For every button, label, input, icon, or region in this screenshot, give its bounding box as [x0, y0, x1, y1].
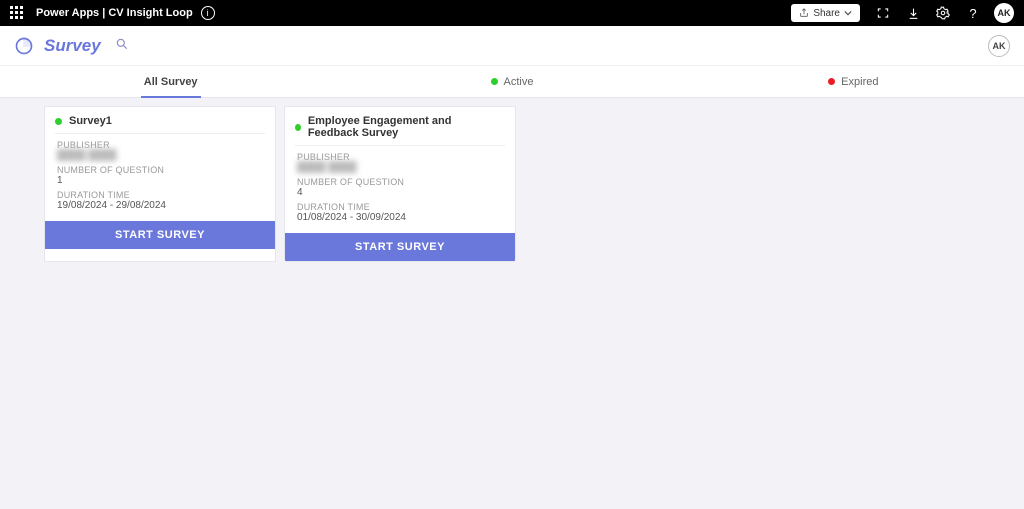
duration-label: DURATION TIME	[45, 190, 275, 200]
chevron-down-icon	[844, 9, 852, 17]
tab-active[interactable]: Active	[341, 66, 682, 97]
question-count-label: NUMBER OF QUESTION	[45, 165, 275, 175]
start-survey-button[interactable]: START SURVEY	[285, 233, 515, 261]
profile-avatar[interactable]: AK	[988, 35, 1010, 57]
tab-bar: All Survey Active Expired	[0, 66, 1024, 98]
tab-all-survey[interactable]: All Survey	[0, 66, 341, 97]
status-dot-green	[55, 118, 62, 125]
app-title: Power Apps | CV Insight Loop	[36, 7, 193, 19]
tab-expired[interactable]: Expired	[683, 66, 1024, 97]
user-avatar[interactable]: AK	[994, 3, 1014, 23]
status-dot-green	[491, 78, 498, 85]
question-count-value: 1	[45, 175, 275, 190]
survey-card-list: Survey1 PUBLISHER ████ ████ NUMBER OF QU…	[0, 98, 1024, 270]
publisher-label: PUBLISHER	[45, 140, 275, 150]
share-button[interactable]: Share	[791, 4, 860, 22]
fit-screen-icon[interactable]	[872, 2, 894, 24]
page-title: Survey	[44, 36, 101, 56]
status-dot-green	[295, 124, 301, 131]
survey-title: Employee Engagement and Feedback Survey	[308, 115, 505, 139]
status-dot-red	[828, 78, 835, 85]
settings-icon[interactable]	[932, 2, 954, 24]
app-launcher-icon[interactable]	[10, 6, 24, 20]
question-count-value: 4	[285, 187, 515, 202]
publisher-value: ████ ████	[45, 150, 275, 165]
survey-card: Survey1 PUBLISHER ████ ████ NUMBER OF QU…	[44, 106, 276, 262]
publisher-label: PUBLISHER	[285, 152, 515, 162]
help-icon[interactable]: ?	[962, 2, 984, 24]
publisher-value: ████ ████	[285, 162, 515, 177]
tab-label: Active	[504, 76, 534, 88]
duration-value: 01/08/2024 - 30/09/2024	[285, 212, 515, 227]
question-count-label: NUMBER OF QUESTION	[285, 177, 515, 187]
start-survey-button[interactable]: START SURVEY	[45, 221, 275, 249]
download-icon[interactable]	[902, 2, 924, 24]
tab-label: Expired	[841, 76, 878, 88]
share-icon	[799, 8, 809, 18]
survey-logo-icon	[14, 36, 34, 56]
tab-label: All Survey	[144, 76, 198, 88]
duration-value: 19/08/2024 - 29/08/2024	[45, 200, 275, 215]
survey-title: Survey1	[69, 115, 112, 127]
info-icon[interactable]: i	[201, 6, 215, 20]
survey-card: Employee Engagement and Feedback Survey …	[284, 106, 516, 262]
share-label: Share	[813, 8, 840, 19]
search-icon[interactable]	[115, 37, 129, 54]
duration-label: DURATION TIME	[285, 202, 515, 212]
